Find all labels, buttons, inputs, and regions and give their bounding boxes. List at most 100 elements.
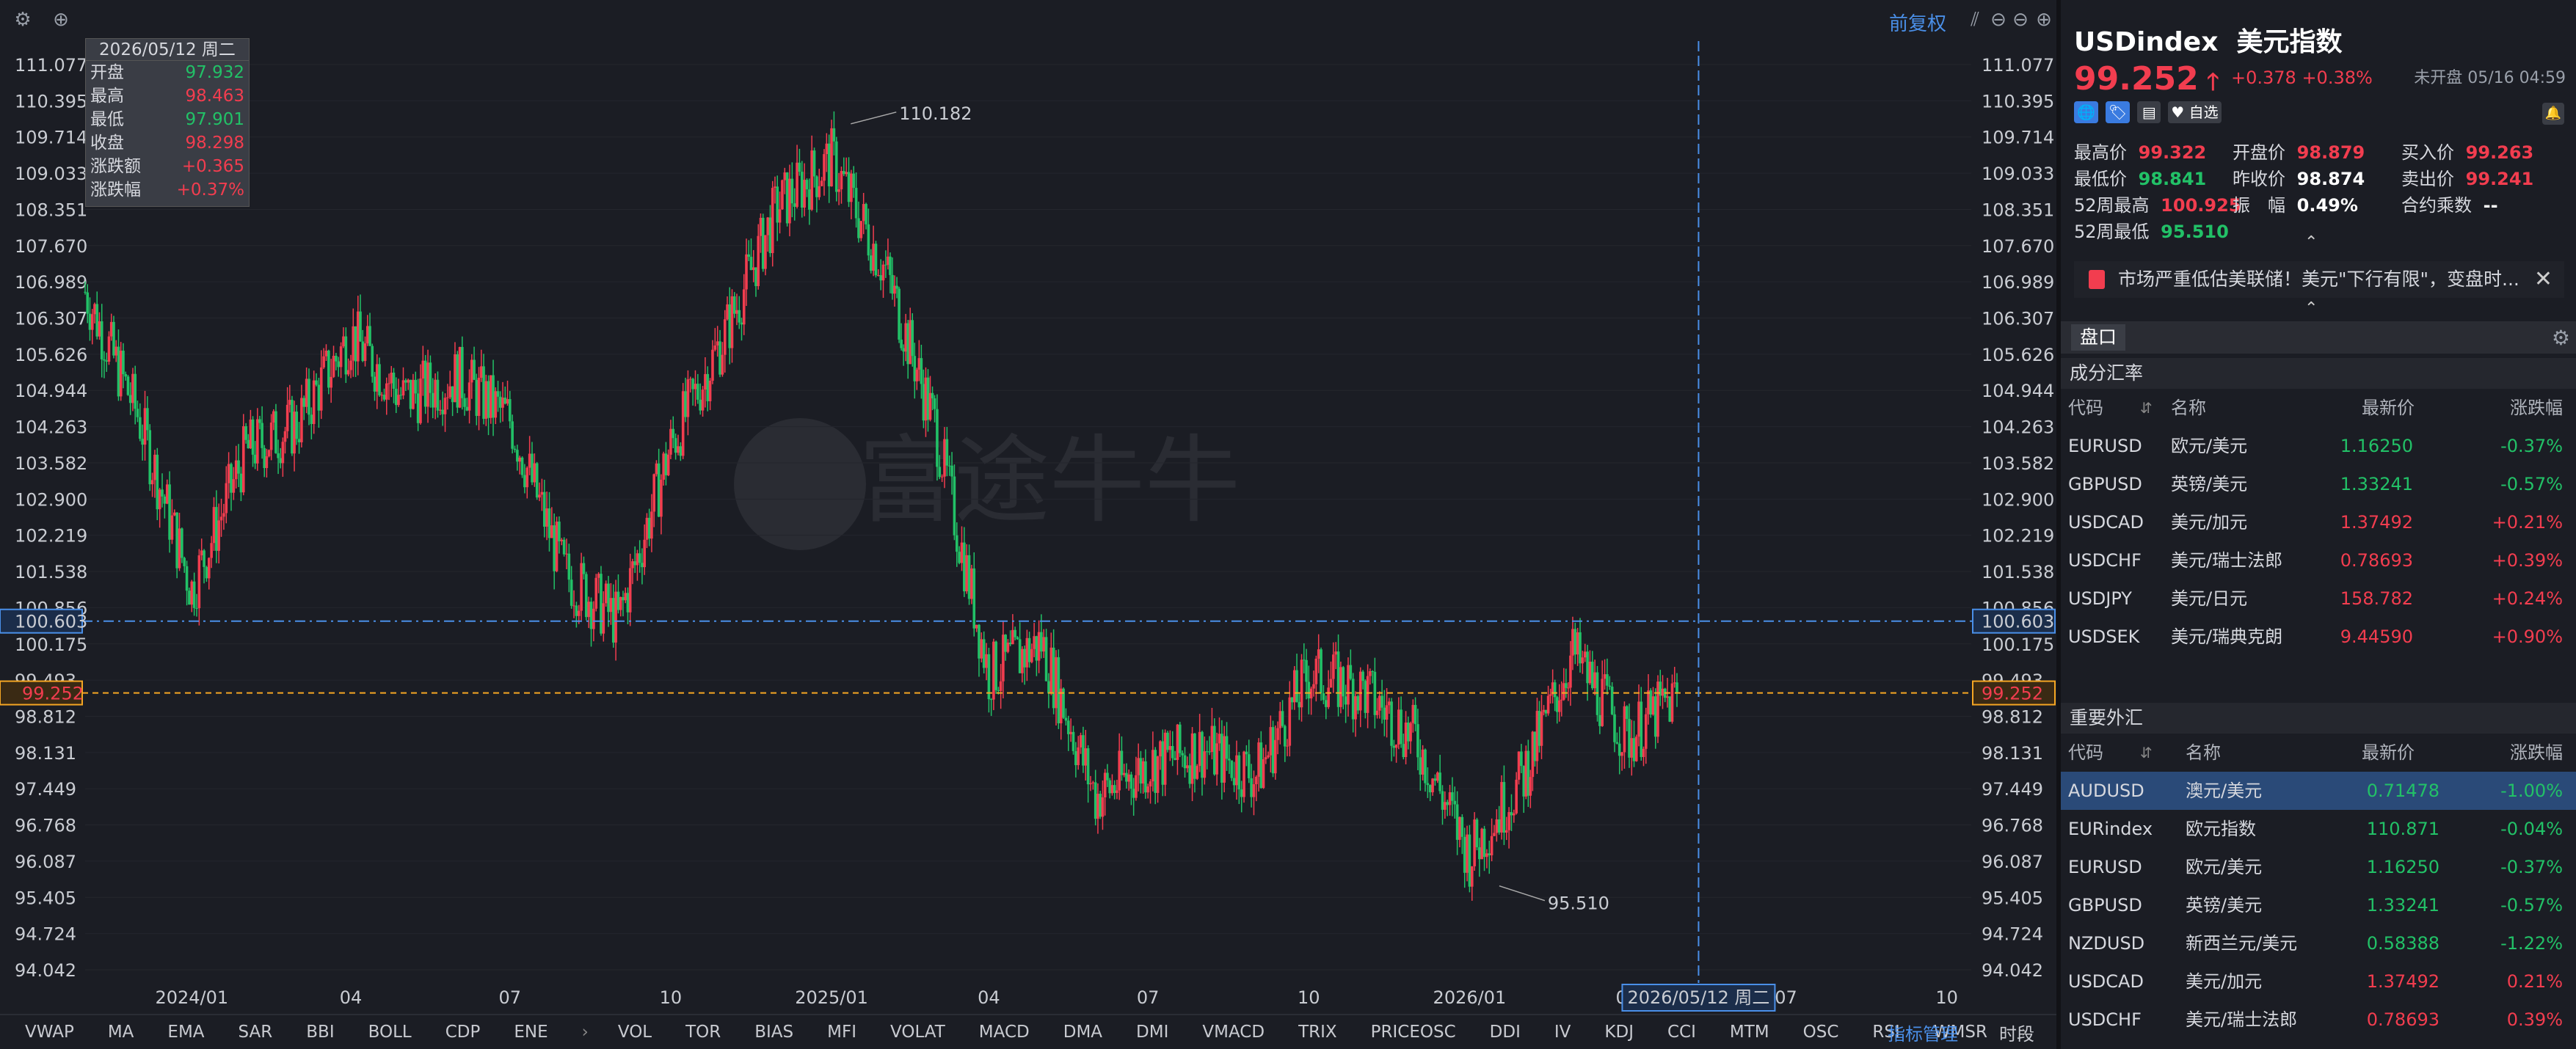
candle-body [1267, 755, 1270, 758]
candle-body [1018, 639, 1022, 673]
candle-body [436, 379, 440, 411]
header-change[interactable]: 涨跌幅 [2510, 389, 2563, 427]
candle-body [681, 391, 685, 456]
indicator-mfi[interactable]: MFI [827, 1023, 856, 1042]
candle-body [850, 173, 853, 202]
table-row[interactable]: USDCHF 美元/瑞士法郎 0.78693 0.39% [2061, 1001, 2576, 1039]
table-row[interactable]: EURindex 欧元指数 110.871 -0.04% [2061, 810, 2576, 848]
candle-body [947, 465, 951, 467]
candle-body [385, 383, 388, 400]
indicator-ddi[interactable]: DDI [1490, 1023, 1521, 1042]
candle-body [407, 379, 410, 383]
candle-body [274, 411, 277, 453]
indicator-bias[interactable]: BIAS [754, 1023, 793, 1042]
indicator-ene[interactable]: ENE [514, 1023, 547, 1042]
table-row[interactable]: USDSEK 美元/瑞典克朗 9.44590 +0.90% [2061, 618, 2576, 656]
stat-label: 卖出价 [2401, 169, 2460, 189]
indicator-ema[interactable]: EMA [167, 1023, 204, 1042]
y-tick-label-left: 108.351 [15, 200, 87, 220]
candle-body [480, 366, 483, 378]
header-price[interactable]: 最新价 [2362, 734, 2415, 772]
table-row[interactable]: GBPUSD 英镑/美元 1.33241 -0.57% [2061, 886, 2576, 924]
tag-icon[interactable]: 🏷 [2105, 101, 2131, 123]
collapse-chevron-icon[interactable]: ⌃ [2304, 233, 2318, 252]
indicator-vol[interactable]: VOL [618, 1023, 652, 1042]
table-row[interactable]: NZDUSD 新西兰元/美元 0.58388 -1.22% [2061, 924, 2576, 962]
candle-body [768, 217, 772, 253]
candle-body [441, 409, 444, 414]
table-row[interactable]: USDCAD 美元/加元 1.37492 +0.21% [2061, 503, 2576, 541]
header-change[interactable]: 涨跌幅 [2510, 734, 2563, 772]
indicator-macd[interactable]: MACD [979, 1023, 1030, 1042]
indicator-volat[interactable]: VOLAT [890, 1023, 945, 1042]
indicator-vwap[interactable]: VWAP [25, 1023, 74, 1042]
indicator-vmacd[interactable]: VMACD [1202, 1023, 1265, 1042]
last-price: 99.252 🡑 [2074, 60, 2219, 98]
table-row[interactable]: EURUSD 欧元/美元 1.16250 -0.37% [2061, 848, 2576, 886]
candle-body [1356, 696, 1360, 711]
candle-body [244, 426, 247, 440]
bell-icon[interactable]: 🔔 [2542, 103, 2564, 125]
gear-icon[interactable]: ⚙ [2552, 326, 2570, 350]
header-name[interactable]: 名称 [2171, 389, 2206, 427]
candle-body [1186, 765, 1189, 769]
indicator-priceosc[interactable]: PRICEOSC [1371, 1023, 1456, 1042]
candle-body [371, 346, 374, 377]
header-code[interactable]: 代码 [2068, 734, 2103, 772]
candle-body [1008, 643, 1012, 645]
indicator-cci[interactable]: CCI [1667, 1023, 1696, 1042]
list-icon[interactable]: ▤ [2137, 101, 2161, 123]
sort-icon[interactable]: ⇵ [2140, 734, 2153, 772]
quote-stat: 卖出价 99.241 [2401, 164, 2533, 190]
table-row[interactable]: USDJPY 美元/日元 158.782 +0.24% [2061, 580, 2576, 618]
collapse-chevron-icon[interactable]: ⌃ [2304, 299, 2318, 318]
table-row[interactable]: GBPUSD 英镑/美元 1.33241 -0.57% [2061, 465, 2576, 503]
table-row[interactable]: USDCHF 美元/瑞士法郎 0.78693 +0.39% [2061, 541, 2576, 580]
indicator-iv[interactable]: IV [1554, 1023, 1571, 1042]
indicator-kdj[interactable]: KDJ [1604, 1023, 1634, 1042]
globe-icon[interactable]: 🌐 [2074, 101, 2098, 123]
indicator-osc[interactable]: OSC [1803, 1023, 1839, 1042]
tooltip-date: 2026/05/12 周二 [86, 39, 249, 61]
table-row[interactable]: USDCAD 美元/加元 1.37492 0.21% [2061, 962, 2576, 1001]
candlestick-chart[interactable]: 富途牛牛 111.077 111.077 110.395 110.395 109.714 1… [0, 0, 2056, 1014]
candle-body [879, 275, 882, 281]
tooltip-value: 97.932 [185, 63, 244, 82]
candle-body [721, 354, 724, 375]
header-price[interactable]: 最新价 [2362, 389, 2415, 427]
tab-pankou[interactable]: 盘口 [2071, 324, 2126, 351]
indicator-ma[interactable]: MA [108, 1023, 134, 1042]
chart-panel[interactable]: ⚙ ⊕ 前复权 ⫽ ⊖ ⊖ ⊕ 富途牛牛 111.077 111.077 110.39… [0, 0, 2056, 1049]
time-period-button[interactable]: 时段 [1999, 1020, 2034, 1045]
candle-body [1021, 648, 1024, 673]
header-code[interactable]: 代码 [2068, 389, 2103, 427]
chevron-right-icon[interactable]: › [582, 1023, 589, 1042]
indicator-sar[interactable]: SAR [239, 1023, 273, 1042]
close-icon[interactable]: ✕ [2534, 261, 2553, 298]
candle-body [443, 398, 447, 414]
stat-label: 最低价 [2074, 169, 2133, 189]
indicator-mtm[interactable]: MTM [1730, 1023, 1769, 1042]
indicator-bbi[interactable]: BBI [306, 1023, 334, 1042]
watchlist-button[interactable]: ♥ 自选 [2168, 101, 2222, 123]
sort-icon[interactable]: ⇵ [2140, 389, 2153, 427]
header-name[interactable]: 名称 [2186, 734, 2221, 772]
indicator-trix[interactable]: TRIX [1298, 1023, 1337, 1042]
table-row[interactable]: AUDUSD 澳元/美元 0.71478 -1.00% [2061, 772, 2576, 810]
candle-body [1023, 648, 1026, 668]
indicator-boll[interactable]: BOLL [368, 1023, 412, 1042]
indicator-cdp[interactable]: CDP [445, 1023, 481, 1042]
news-banner[interactable]: 市场严重低估美联储！美元"下行有限"，变盘时... ✕ [2074, 261, 2564, 298]
indicator-tor[interactable]: TOR [685, 1023, 721, 1042]
candle-body [1033, 636, 1036, 649]
indicator-manage-button[interactable]: 指标管理 [1888, 1020, 1958, 1045]
indicator-dma[interactable]: DMA [1063, 1023, 1102, 1042]
candle-body [225, 483, 228, 513]
candle-body [980, 639, 983, 659]
candle-body [1676, 682, 1678, 692]
y-tick-label-right: 101.538 [1982, 562, 2054, 582]
watermark-logo [734, 418, 866, 550]
cell-name: 英镑/美元 [2186, 895, 2263, 915]
table-row[interactable]: EURUSD 欧元/美元 1.16250 -0.37% [2061, 427, 2576, 465]
indicator-dmi[interactable]: DMI [1136, 1023, 1168, 1042]
